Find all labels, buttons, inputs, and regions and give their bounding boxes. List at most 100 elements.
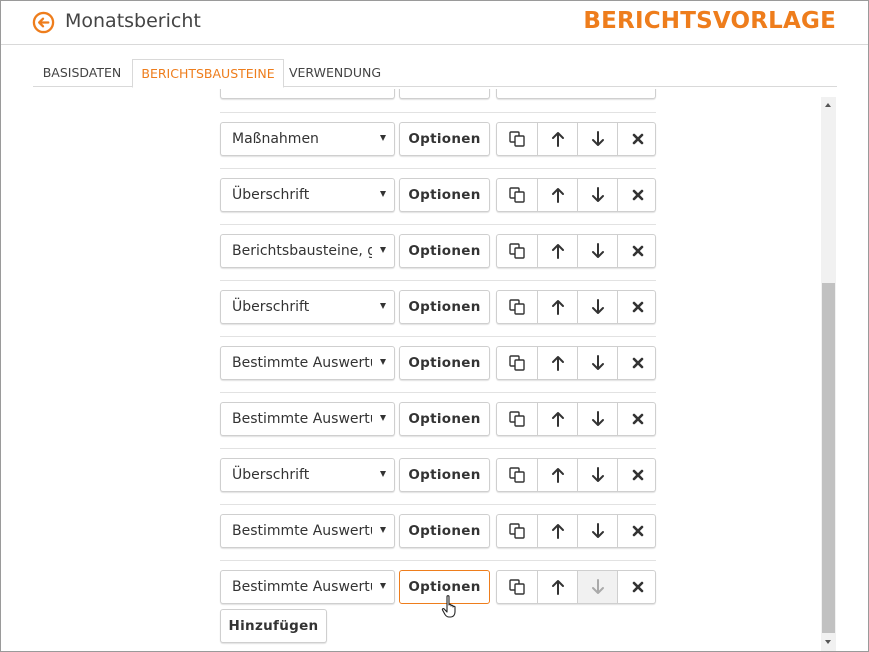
copy-icon[interactable]: [497, 291, 537, 323]
arrow-up-icon[interactable]: [537, 571, 577, 603]
close-icon[interactable]: [617, 459, 657, 491]
block-select[interactable]: Überschrift: [220, 290, 395, 324]
scroll-thumb[interactable]: [822, 283, 835, 633]
close-icon[interactable]: [617, 403, 657, 435]
block-select-value: Maßnahmen: [232, 131, 319, 147]
add-button[interactable]: Hinzufügen: [220, 609, 327, 643]
block-select-value: Bestimmte Auswertung: [232, 355, 372, 371]
arrow-up-icon[interactable]: [537, 179, 577, 211]
arrow-up-icon[interactable]: [537, 459, 577, 491]
block-select-value: Überschrift: [232, 467, 310, 483]
row-action-group: [496, 514, 656, 548]
options-button[interactable]: Optionen: [399, 458, 490, 492]
arrow-down-icon: [577, 571, 617, 603]
options-button[interactable]: Optionen: [399, 402, 490, 436]
block-select[interactable]: Bestimmte Auswertung: [220, 346, 395, 380]
tab-verwendung[interactable]: VERWENDUNG: [285, 59, 385, 87]
caret-down-icon: [380, 191, 386, 197]
close-icon[interactable]: [617, 347, 657, 379]
caret-down-icon: [380, 135, 386, 141]
list-item-partial: [220, 89, 656, 99]
arrow-up-icon[interactable]: [537, 291, 577, 323]
block-select-partial[interactable]: [220, 89, 395, 99]
options-button[interactable]: Optionen: [399, 346, 490, 380]
copy-icon[interactable]: [497, 403, 537, 435]
header: Monatsbericht BERICHTSVORLAGE: [1, 1, 868, 45]
arrow-up-icon[interactable]: [537, 347, 577, 379]
arrow-up-icon[interactable]: [537, 403, 577, 435]
copy-icon[interactable]: [497, 123, 537, 155]
block-select-value: Überschrift: [232, 187, 310, 203]
block-select[interactable]: Bestimmte Auswertung: [220, 514, 395, 548]
row-action-group: [496, 234, 656, 268]
caret-down-icon: [380, 303, 386, 309]
block-select-value: Bestimmte Auswertung: [232, 579, 372, 595]
caret-down-icon: [380, 471, 386, 477]
row-action-group: [496, 122, 656, 156]
arrow-down-icon[interactable]: [577, 291, 617, 323]
arrow-down-icon[interactable]: [577, 179, 617, 211]
options-button[interactable]: Optionen: [399, 234, 490, 268]
list-item: Maßnahmen Optionen: [220, 112, 656, 156]
block-select-value: Berichtsbausteine, gruppiert: [232, 243, 372, 259]
brand-label: BERICHTSVORLAGE: [583, 8, 836, 34]
options-button-partial[interactable]: [399, 89, 490, 99]
copy-icon[interactable]: [497, 179, 537, 211]
block-select-value: Bestimmte Auswertung: [232, 523, 372, 539]
copy-icon[interactable]: [497, 515, 537, 547]
tab-bar: BASISDATEN BERICHTSBAUSTEINE VERWENDUNG: [33, 59, 837, 88]
arrow-up-icon[interactable]: [537, 515, 577, 547]
copy-icon[interactable]: [497, 235, 537, 267]
close-icon[interactable]: [617, 123, 657, 155]
block-select-value: Überschrift: [232, 299, 310, 315]
app-window: Monatsbericht BERICHTSVORLAGE BASISDATEN…: [0, 0, 869, 652]
block-select[interactable]: Bestimmte Auswertung: [220, 402, 395, 436]
copy-icon[interactable]: [497, 571, 537, 603]
block-select[interactable]: Überschrift: [220, 458, 395, 492]
options-button[interactable]: Optionen: [399, 178, 490, 212]
page-title: Monatsbericht: [65, 10, 201, 32]
arrow-up-icon[interactable]: [537, 235, 577, 267]
caret-down-icon: [380, 415, 386, 421]
row-action-group: [496, 346, 656, 380]
tab-basisdaten[interactable]: BASISDATEN: [33, 59, 131, 87]
tab-berichtsbausteine[interactable]: BERICHTSBAUSTEINE: [132, 59, 284, 88]
options-button[interactable]: Optionen: [399, 290, 490, 324]
close-icon[interactable]: [617, 515, 657, 547]
copy-icon[interactable]: [497, 347, 537, 379]
scrollbar[interactable]: [821, 97, 836, 651]
options-button[interactable]: Optionen: [399, 122, 490, 156]
caret-down-icon: [380, 583, 386, 589]
arrow-down-icon[interactable]: [577, 123, 617, 155]
arrow-up-icon[interactable]: [537, 123, 577, 155]
caret-down-icon: [380, 527, 386, 533]
copy-icon[interactable]: [497, 459, 537, 491]
arrow-down-icon[interactable]: [577, 235, 617, 267]
building-blocks-list: Maßnahmen Optionen Überschrift Optionen Beri…: [1, 89, 819, 651]
close-icon[interactable]: [617, 179, 657, 211]
block-select[interactable]: Berichtsbausteine, gruppiert: [220, 234, 395, 268]
arrow-left-circle-icon[interactable]: [32, 11, 55, 34]
block-select[interactable]: Maßnahmen: [220, 122, 395, 156]
arrow-down-icon[interactable]: [577, 515, 617, 547]
scroll-up-arrow[interactable]: [821, 97, 836, 114]
arrow-down-icon[interactable]: [577, 459, 617, 491]
list-item: Überschrift Optionen: [220, 280, 657, 324]
list-item: Bestimmte Auswertung Optionen: [220, 392, 656, 436]
close-icon[interactable]: [617, 571, 657, 603]
options-button[interactable]: Optionen: [399, 514, 490, 548]
block-select[interactable]: Bestimmte Auswertung: [220, 570, 395, 604]
row-action-group: [496, 402, 656, 436]
row-action-group: [496, 458, 656, 492]
block-select[interactable]: Überschrift: [220, 178, 395, 212]
caret-down-icon: [380, 359, 386, 365]
close-icon[interactable]: [617, 291, 657, 323]
row-action-group-partial: [496, 89, 656, 99]
close-icon[interactable]: [617, 235, 657, 267]
scroll-down-arrow[interactable]: [821, 634, 836, 651]
arrow-down-icon[interactable]: [577, 347, 617, 379]
options-button[interactable]: Optionen: [399, 570, 490, 604]
arrow-down-icon[interactable]: [577, 403, 617, 435]
row-action-group: [496, 178, 656, 212]
list-item: Überschrift Optionen: [220, 448, 656, 492]
